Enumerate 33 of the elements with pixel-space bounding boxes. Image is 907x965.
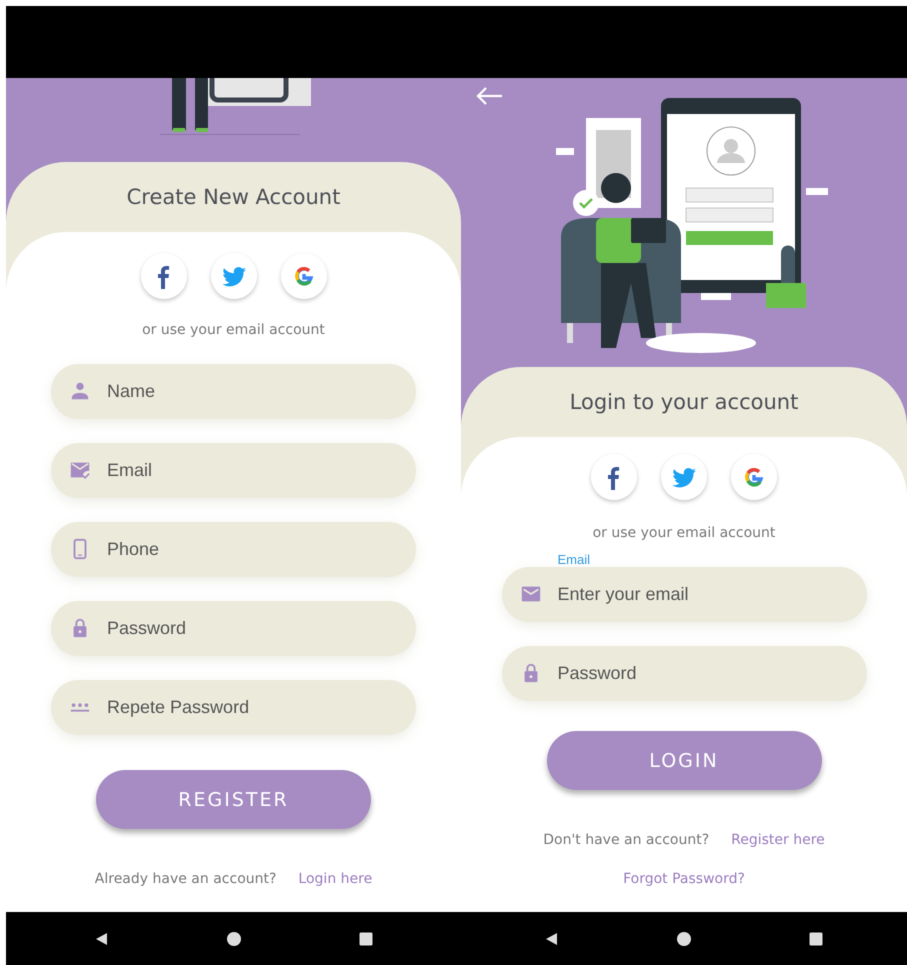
password-field[interactable]: Password bbox=[502, 646, 866, 701]
twitter-button[interactable] bbox=[210, 253, 256, 299]
google-button[interactable] bbox=[280, 253, 326, 299]
recents-square-icon[interactable] bbox=[358, 930, 374, 946]
screen-title: Create New Account bbox=[126, 184, 340, 211]
facebook-button[interactable] bbox=[140, 253, 186, 299]
field-label: Email bbox=[558, 553, 592, 567]
recents-square-icon[interactable] bbox=[808, 930, 824, 946]
google-button[interactable] bbox=[731, 454, 777, 500]
back-arrow-icon[interactable] bbox=[475, 86, 503, 106]
back-triangle-icon[interactable] bbox=[94, 930, 110, 946]
home-circle-icon[interactable] bbox=[676, 930, 692, 946]
link[interactable]: Register here bbox=[731, 831, 825, 849]
email-field[interactable]: Enter your email bbox=[502, 567, 866, 622]
forgot-password-link[interactable]: Forgot Password? bbox=[623, 870, 745, 888]
register-button[interactable]: REGISTER bbox=[96, 770, 371, 829]
divider-text: or use your email account bbox=[142, 321, 325, 340]
divider-text: or use your email account bbox=[592, 524, 776, 543]
phone-field[interactable]: Phone bbox=[51, 522, 416, 577]
twitter-button[interactable] bbox=[661, 454, 707, 500]
password-field[interactable]: Password bbox=[51, 601, 416, 656]
screen-title: Login to your account bbox=[570, 389, 798, 416]
name-field[interactable]: Name bbox=[51, 364, 416, 419]
facebook-button[interactable] bbox=[591, 454, 637, 500]
person-icon bbox=[69, 380, 91, 402]
email-field[interactable]: Email bbox=[51, 443, 416, 498]
home-circle-icon[interactable] bbox=[226, 930, 242, 946]
login-button[interactable]: LOGIN bbox=[546, 731, 822, 790]
repeat-password-field[interactable]: Repete Password bbox=[51, 680, 416, 735]
prompt-text: Already have an account? bbox=[94, 870, 276, 888]
back-triangle-icon[interactable] bbox=[544, 930, 560, 946]
link[interactable]: Login here bbox=[298, 870, 372, 888]
prompt-text: Don't have an account? bbox=[543, 831, 710, 849]
